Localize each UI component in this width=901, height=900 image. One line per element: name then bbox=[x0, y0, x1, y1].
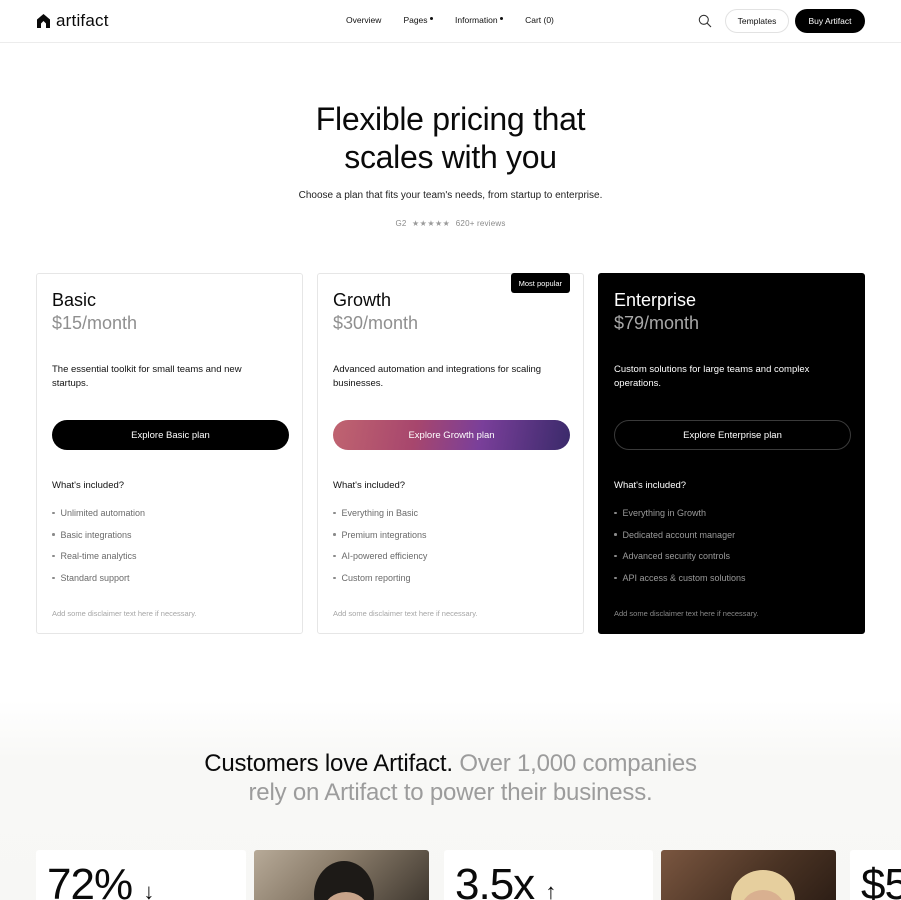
arrow-down-icon: ↓ bbox=[143, 879, 154, 900]
list-item: Custom reporting bbox=[333, 567, 427, 589]
search-icon[interactable] bbox=[698, 14, 712, 28]
plan-price: $30/month bbox=[333, 313, 419, 333]
plan-description: The essential toolkit for small teams an… bbox=[52, 364, 242, 389]
bullet-icon bbox=[333, 533, 336, 536]
plan-card-basic: Basic $15/month The essential toolkit fo… bbox=[36, 273, 303, 634]
list-item: Basic integrations bbox=[52, 524, 145, 546]
list-item: Real-time analytics bbox=[52, 545, 145, 567]
plan-name: Enterprise bbox=[614, 290, 697, 310]
plan-name: Growth bbox=[333, 290, 392, 310]
list-item: Everything in Basic bbox=[333, 502, 427, 524]
nav-link-information[interactable]: Information bbox=[455, 15, 504, 25]
stat-card: 3.5x ↑ bbox=[444, 850, 653, 900]
explore-enterprise-button[interactable]: Explore Enterprise plan bbox=[614, 420, 851, 450]
page-title: Flexible pricing that scales with you bbox=[315, 101, 586, 175]
bullet-icon bbox=[52, 554, 55, 558]
review-rating: G2 ★★★★★ 620+ reviews bbox=[0, 219, 901, 228]
feature-list: Everything in Basic Premium integrations… bbox=[333, 502, 427, 589]
list-item: Standard support bbox=[52, 567, 145, 589]
logo-icon bbox=[37, 14, 50, 28]
bullet-icon bbox=[614, 576, 617, 580]
most-popular-badge: Most popular bbox=[510, 273, 570, 293]
star-rating-icon: ★★★★★ bbox=[411, 219, 451, 228]
buy-artifact-button[interactable]: Buy Artifact bbox=[795, 9, 865, 33]
templates-button[interactable]: Templates bbox=[725, 9, 789, 33]
feature-list: Unlimited automation Basic integrations … bbox=[52, 502, 145, 589]
plan-name: Basic bbox=[52, 290, 97, 310]
stat-card: $5 bbox=[850, 850, 901, 900]
testimonials-headline: Customers love Artifact. Over 1,000 comp… bbox=[204, 750, 697, 806]
bullet-icon bbox=[614, 511, 617, 515]
list-item: Everything in Growth bbox=[614, 502, 746, 524]
explore-growth-button[interactable]: Explore Growth plan bbox=[333, 420, 570, 450]
plan-card-growth: Most popular Growth $30/month Advanced a… bbox=[317, 273, 584, 634]
reviews-count: 620+ reviews bbox=[455, 219, 506, 228]
bullet-icon bbox=[52, 533, 55, 536]
included-heading: What's included? bbox=[614, 480, 687, 491]
feature-list: Everything in Growth Dedicated account m… bbox=[614, 502, 746, 589]
person-image bbox=[314, 861, 374, 900]
bullet-icon bbox=[333, 576, 336, 580]
brand-logo[interactable]: artifact bbox=[36, 11, 109, 31]
dropdown-dot-icon bbox=[499, 16, 504, 20]
top-navigation: artifact Overview Pages Information Cart… bbox=[0, 0, 901, 43]
bullet-icon bbox=[52, 576, 55, 580]
brand-name: artifact bbox=[56, 11, 109, 30]
nav-link-cart[interactable]: Cart (0) bbox=[525, 15, 554, 25]
bullet-icon bbox=[333, 554, 336, 558]
g2-label: G2 bbox=[395, 219, 407, 228]
customer-photo bbox=[661, 850, 836, 900]
bullet-icon bbox=[333, 511, 336, 515]
customer-photo bbox=[254, 850, 429, 900]
plan-price: $79/month bbox=[614, 313, 700, 333]
list-item: API access & custom solutions bbox=[614, 567, 746, 589]
stat-value: $5 bbox=[861, 860, 901, 900]
page-subtitle: Choose a plan that fits your team's need… bbox=[298, 190, 603, 201]
plan-description: Custom solutions for large teams and com… bbox=[614, 364, 810, 389]
included-heading: What's included? bbox=[333, 480, 406, 491]
plan-card-enterprise: Enterprise $79/month Custom solutions fo… bbox=[598, 273, 865, 634]
stat-value: 3.5x ↑ bbox=[455, 860, 556, 900]
nav-links: Overview Pages Information Cart (0) bbox=[346, 15, 576, 25]
list-item: Advanced security controls bbox=[614, 545, 746, 567]
plan-description: Advanced automation and integrations for… bbox=[333, 364, 542, 389]
nav-link-overview[interactable]: Overview bbox=[346, 15, 381, 25]
person-image bbox=[731, 870, 795, 900]
dropdown-dot-icon bbox=[429, 16, 434, 20]
bullet-icon bbox=[614, 533, 617, 536]
bullet-icon bbox=[614, 554, 617, 558]
list-item: Unlimited automation bbox=[52, 502, 145, 524]
explore-basic-button[interactable]: Explore Basic plan bbox=[52, 420, 289, 450]
list-item: Dedicated account manager bbox=[614, 524, 746, 546]
bullet-icon bbox=[52, 511, 55, 515]
stat-card: 72% ↓ bbox=[36, 850, 246, 900]
arrow-up-icon: ↑ bbox=[545, 879, 556, 900]
included-heading: What's included? bbox=[52, 480, 125, 491]
disclaimer: Add some disclaimer text here if necessa… bbox=[614, 609, 759, 618]
nav-link-pages[interactable]: Pages bbox=[403, 15, 434, 25]
list-item: AI-powered efficiency bbox=[333, 545, 427, 567]
list-item: Premium integrations bbox=[333, 524, 427, 546]
stat-value: 72% ↓ bbox=[47, 860, 154, 900]
plan-price: $15/month bbox=[52, 313, 138, 333]
disclaimer: Add some disclaimer text here if necessa… bbox=[52, 609, 197, 618]
disclaimer: Add some disclaimer text here if necessa… bbox=[333, 609, 478, 618]
